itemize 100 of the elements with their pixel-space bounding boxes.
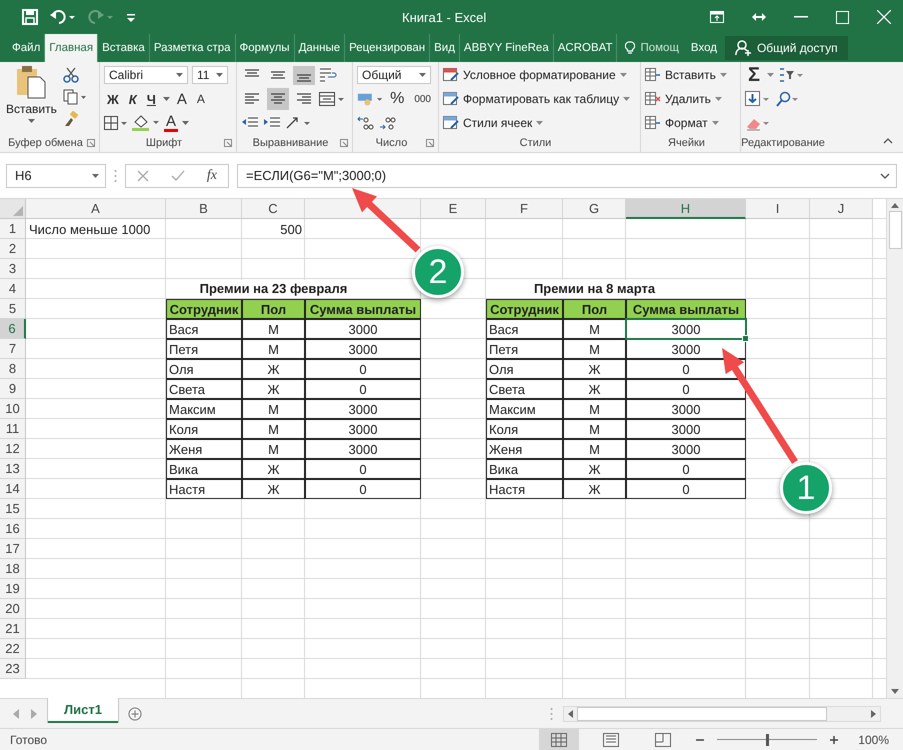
number-format-field[interactable]: Общий [357,66,431,84]
thousands-button[interactable]: 000 [411,94,434,104]
column-header[interactable]: F [486,199,563,219]
minimize-icon[interactable] [794,16,808,18]
styles-menu-button[interactable]: Форматировать как таблицу [443,89,636,109]
row-header[interactable]: 16 [0,519,26,539]
add-sheet-icon[interactable] [128,706,142,720]
fill-icon[interactable] [745,91,771,107]
row-header[interactable]: 7 [0,339,26,359]
dialog-launcher-icon[interactable] [224,139,232,147]
row-header[interactable]: 4 [0,279,26,299]
collapse-ribbon-icon[interactable] [883,138,893,144]
row-header[interactable]: 22 [0,639,26,659]
horizontal-align-button[interactable] [267,88,289,110]
name-box[interactable]: H6 [6,164,106,188]
sign-in-link[interactable]: Вход [682,34,725,62]
increase-font-button[interactable]: A [174,90,190,108]
row-header[interactable]: 14 [0,479,26,499]
row-header[interactable]: 12 [0,439,26,459]
cells-menu-button[interactable]: Формат [645,113,736,133]
normal-view-button[interactable] [539,728,579,750]
row-header[interactable]: 13 [0,459,26,479]
maximize-icon[interactable] [836,10,849,24]
row-header[interactable]: 10 [0,399,26,419]
fill-color-icon[interactable] [132,115,160,131]
formula-field[interactable]: =ЕСЛИ(G6="М";3000;0) [237,164,897,188]
percent-button[interactable]: % [387,90,408,108]
decrease-decimal-icon[interactable] [379,115,397,131]
share-button[interactable]: Общий доступ [724,36,848,60]
row-header[interactable]: 15 [0,499,26,519]
scroll-up-icon[interactable] [891,203,899,208]
column-header[interactable]: H [626,199,746,219]
customize-icon[interactable] [126,11,136,23]
scroll-thumb[interactable] [888,211,902,249]
row-header[interactable]: 20 [0,599,26,619]
save-icon[interactable] [22,9,38,25]
row-header[interactable]: 23 [0,659,26,679]
row-header[interactable]: 1 [0,219,26,239]
column-header[interactable]: A [26,199,166,219]
caret-icon[interactable] [767,73,774,77]
row-header[interactable]: 8 [0,359,26,379]
row-header[interactable]: 9 [0,379,26,399]
column-header[interactable]: I [746,199,810,219]
cells-menu-button[interactable]: Вставить [645,65,736,85]
column-header[interactable]: G [563,199,626,219]
cells-menu-button[interactable]: Удалить [645,89,736,109]
tell-me-button[interactable]: Помощ [617,34,683,62]
format-painter-icon[interactable] [62,111,79,127]
dialog-launcher-icon[interactable] [340,139,348,147]
undo-icon[interactable] [50,9,76,25]
scroll-thumb[interactable] [577,706,827,720]
bold-button[interactable]: Ж [104,92,122,106]
italic-button[interactable]: К [126,92,140,106]
vertical-align-button[interactable] [293,66,315,84]
scroll-left-icon[interactable] [568,710,573,718]
row-header[interactable]: 5 [0,299,26,319]
caret-icon[interactable] [162,97,170,101]
column-header[interactable]: C [242,199,305,219]
row-header[interactable]: 11 [0,419,26,439]
autosum-button[interactable]: Σ [745,66,764,84]
horizontal-scrollbar[interactable] [563,706,881,722]
resize-icon[interactable] [752,13,766,21]
scroll-down-icon[interactable] [891,689,899,694]
expand-icon[interactable] [880,172,890,178]
paste-button[interactable]: Вставить [4,65,59,134]
styles-menu-button[interactable]: Условное форматирование [443,65,636,85]
column-header[interactable]: B [166,199,242,219]
zoom-in-icon[interactable] [829,734,839,744]
row-header[interactable]: 3 [0,259,26,279]
row-header[interactable]: 19 [0,579,26,599]
increase-decimal-icon[interactable] [357,115,375,131]
sheet-tab[interactable]: Лист1 [48,698,118,723]
row-header[interactable]: 18 [0,559,26,579]
font-name-field[interactable]: Calibri [104,66,188,84]
scroll-right-icon[interactable] [871,710,876,718]
font-color-button[interactable]: A [164,114,178,132]
row-header[interactable]: 17 [0,539,26,559]
dialog-launcher-icon[interactable] [87,139,95,147]
borders-icon[interactable] [104,116,128,130]
decrease-font-button[interactable]: A [194,92,208,106]
dialog-launcher-icon[interactable] [426,139,434,147]
column-header[interactable]: J [810,199,873,219]
wrap-text-icon[interactable] [319,67,337,83]
caret-icon[interactable] [182,121,190,125]
merge-cells-icon[interactable] [319,92,345,106]
zoom-thumb[interactable] [766,734,769,746]
sort-filter-icon[interactable] [778,67,804,83]
search-icon[interactable] [775,91,799,107]
vertical-scrollbar[interactable] [886,199,903,698]
column-header[interactable]: E [421,199,486,219]
text-orientation-icon[interactable] [285,116,311,130]
row-header[interactable]: 2 [0,239,26,259]
row-header[interactable]: 6 [0,319,26,339]
insert-function-button[interactable]: fx [206,168,217,184]
scissors-icon[interactable] [62,67,79,83]
ribbon-display-icon[interactable] [710,11,724,23]
styles-menu-button[interactable]: Стили ячеек [443,113,636,133]
close-icon[interactable] [877,10,891,24]
row-header[interactable]: 21 [0,619,26,639]
ribbon-tab[interactable]: Главная [45,34,98,62]
